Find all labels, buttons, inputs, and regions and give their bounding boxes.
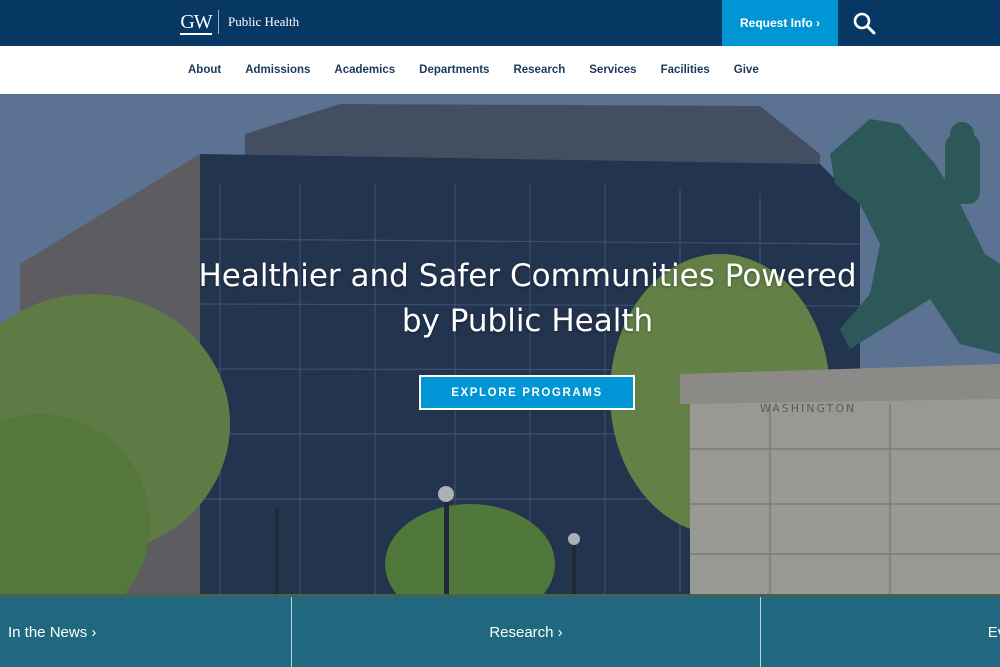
hero-title: Healthier and Safer Communities Powered … [150,254,905,344]
nav-list: About Admissions Academics Departments R… [180,46,775,94]
strip-tab-events-label: Even [987,623,1000,641]
nav-item-admissions[interactable]: Admissions [237,64,310,76]
search-button[interactable] [846,8,882,38]
gw-logo-underline [180,33,212,35]
nav-item-research[interactable]: Research [505,64,565,76]
brand-name: Public Health [228,14,300,29]
hero-title-line-2: by Public Health [401,303,654,339]
hero-section: WASHINGTON Healthier and Safer Communiti… [0,94,1000,667]
brand-logo[interactable]: GW Public Health [180,9,299,35]
search-icon [853,12,876,35]
explore-programs-button[interactable]: EXPLORE PROGRAMS [419,375,635,410]
gw-logo-mark: GW [180,9,213,35]
nav-item-give[interactable]: Give [726,64,759,76]
main-nav: About Admissions Academics Departments R… [0,46,1000,94]
top-header: GW Public Health Request Info › [0,0,1000,46]
gw-logo-text: GW [180,11,212,33]
strip-tab-in-the-news[interactable]: In the News › [0,597,292,667]
feature-strip: In the News › Research › Even [0,597,1000,667]
nav-item-about[interactable]: About [180,64,221,76]
request-info-button[interactable]: Request Info › [722,0,838,46]
nav-item-academics[interactable]: Academics [326,64,395,76]
nav-item-departments[interactable]: Departments [411,64,489,76]
nav-item-services[interactable]: Services [581,64,636,76]
brand-divider [218,10,219,34]
strip-tab-events[interactable]: Even [761,597,1000,667]
nav-item-facilities[interactable]: Facilities [653,64,710,76]
hero-title-line-1: Healthier and Safer Communities Powered [198,258,857,294]
strip-tab-research[interactable]: Research › [292,597,761,667]
